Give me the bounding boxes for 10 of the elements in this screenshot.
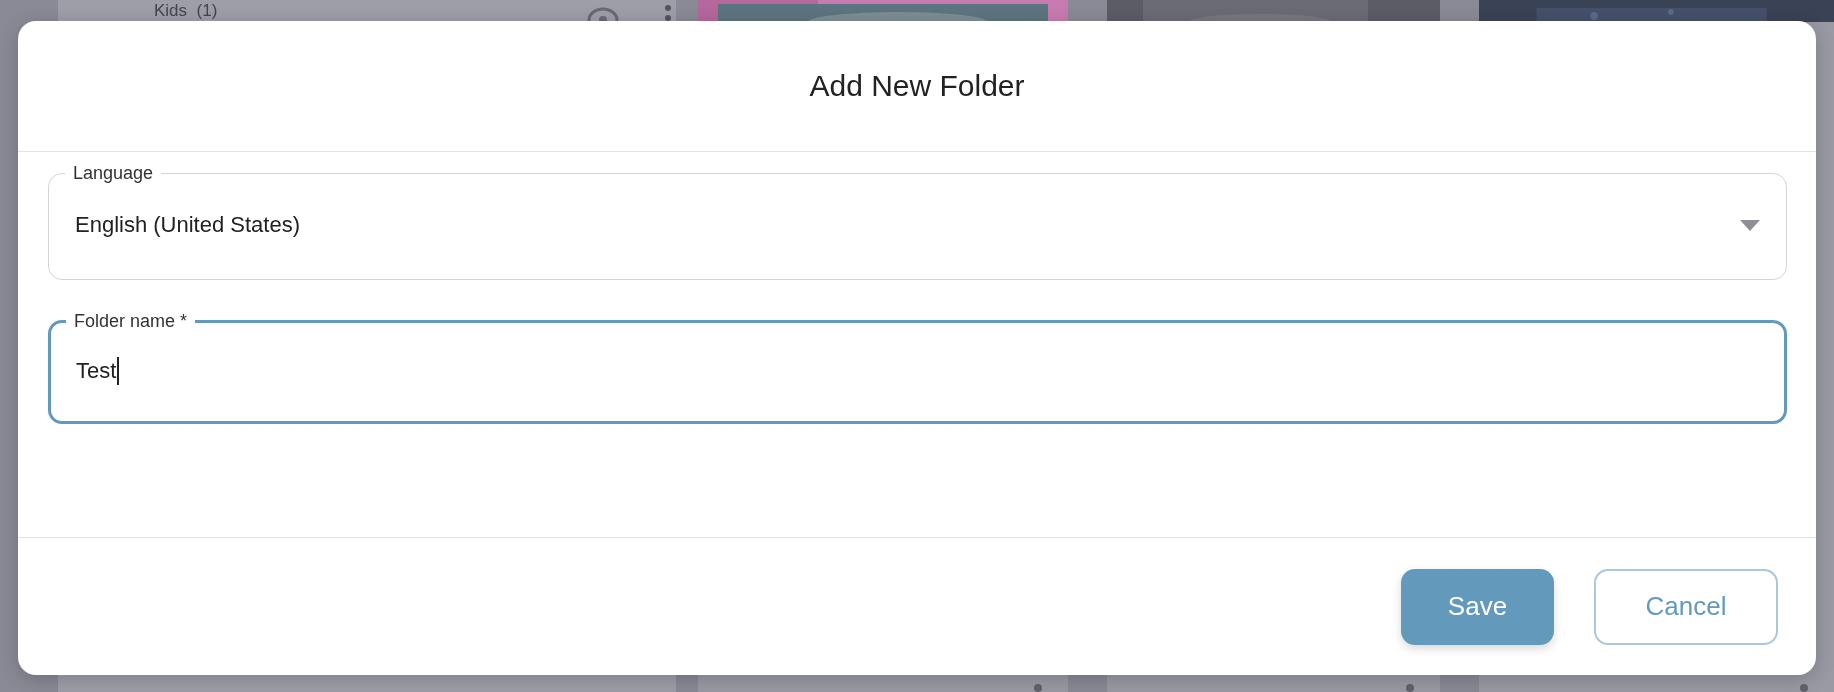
more-icon (663, 4, 673, 24)
dialog-title: Add New Folder (809, 69, 1025, 103)
more-icon (1034, 684, 1042, 692)
more-icon (1800, 684, 1808, 692)
field-label: Language (72, 162, 155, 184)
field-label: Folder name * (73, 310, 189, 332)
sidebar-item: Kids (1) (154, 1, 218, 20)
dropdown-arrow-icon (1740, 219, 1760, 231)
more-icon (1406, 684, 1414, 692)
text-cursor (117, 357, 120, 385)
